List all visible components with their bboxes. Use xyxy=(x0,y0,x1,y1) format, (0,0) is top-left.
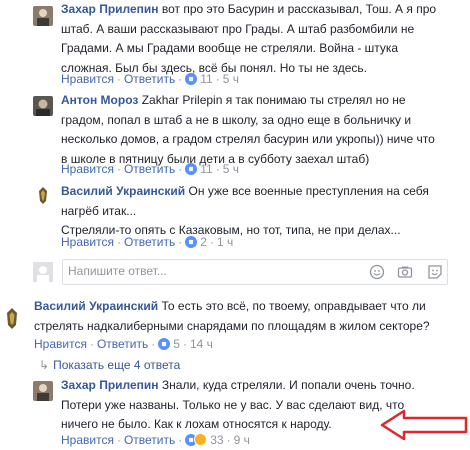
comment-body-line: вот про это Басурин и рассказывал, Тош. … xyxy=(161,2,437,16)
comment-body-line: ничего не было. Как к лохам относятся к … xyxy=(61,417,332,431)
camera-icon[interactable] xyxy=(397,264,413,280)
comment-body-line: штаб. А ваши рассказывают про Грады. А ш… xyxy=(61,21,415,36)
avatar[interactable] xyxy=(33,185,53,205)
like-link[interactable]: Нравится xyxy=(61,162,114,176)
haha-reaction-icon[interactable] xyxy=(194,433,208,446)
like-link[interactable]: Нравится xyxy=(61,433,114,447)
comment-body-line: несколько домов, а градом стрелял басури… xyxy=(61,132,435,146)
comment-body-line: То есть это всё, по твоему, оправдывает … xyxy=(161,299,426,313)
reply-link[interactable]: Ответить xyxy=(124,433,175,447)
comment-body-line: Он уже все военные преступления на себя xyxy=(188,184,429,198)
reply-placeholder: Напишите ответ... xyxy=(68,264,167,278)
comment-actions: Нравится · Ответить · 33 · 9 ч xyxy=(61,433,250,447)
show-more-replies[interactable]: ↳ Показать еще 4 ответа xyxy=(39,358,180,372)
reaction-count[interactable]: 5 xyxy=(173,337,180,351)
avatar[interactable] xyxy=(33,6,53,26)
comment-body-line: нагрёб итак... xyxy=(61,203,137,218)
comment-actions: Нравится · Ответить · 11 · 5 ч xyxy=(61,162,239,176)
reply-link[interactable]: Ответить xyxy=(97,337,148,351)
comment-body-line: Знали, куда стреляли. И попали очень точ… xyxy=(161,378,415,392)
comment-author[interactable]: Захар Прилепин xyxy=(61,378,159,392)
reply-arrow-icon: ↳ xyxy=(39,358,50,372)
reply-link[interactable]: Ответить xyxy=(124,235,175,249)
like-reaction-icon[interactable] xyxy=(185,163,198,175)
comment-body-line: стрелять надкалиберными снарядами по пло… xyxy=(34,318,430,333)
timestamp[interactable]: 14 ч xyxy=(190,337,213,351)
like-link[interactable]: Нравится xyxy=(61,72,114,86)
comment-text: Василий Украинский Он уже все военные пр… xyxy=(61,182,461,241)
avatar[interactable] xyxy=(33,381,53,401)
comment-text: Захар Прилепин вот про это Басурин и рас… xyxy=(61,0,461,78)
comment-body-line: Потери уже названы. Только не у вас. У в… xyxy=(61,397,405,412)
like-reaction-icon[interactable] xyxy=(185,236,198,248)
timestamp[interactable]: 1 ч xyxy=(217,235,233,249)
emoji-icon[interactable] xyxy=(369,264,385,280)
red-arrow-annotation xyxy=(380,409,468,441)
comment-text: Василий Украинский То есть это всё, по т… xyxy=(34,297,464,336)
comment-body-line: Zakhar Prilepin я так понимаю ты стрелял… xyxy=(141,93,406,107)
like-link[interactable]: Нравится xyxy=(34,337,87,351)
timestamp[interactable]: 5 ч xyxy=(223,72,239,86)
reply-input[interactable]: Напишите ответ... xyxy=(62,259,448,285)
reply-link[interactable]: Ответить xyxy=(124,72,175,86)
comment-body-line: Градами. А мы Градами вообще не стреляли… xyxy=(61,41,399,55)
reaction-count[interactable]: 11 xyxy=(200,72,212,86)
reaction-count[interactable]: 33 xyxy=(210,433,223,447)
comment-actions: Нравится · Ответить · 5 · 14 ч xyxy=(34,337,213,351)
sticker-icon[interactable] xyxy=(427,264,443,280)
comment-actions: Нравится · Ответить · 2 · 1 ч xyxy=(61,235,234,249)
reaction-count[interactable]: 11 xyxy=(200,162,212,176)
reply-link[interactable]: Ответить xyxy=(124,162,175,176)
show-more-label[interactable]: Показать еще 4 ответа xyxy=(53,358,180,372)
like-reaction-icon[interactable] xyxy=(158,338,171,350)
comment-text: Антон Мороз Zakhar Prilepin я так понима… xyxy=(61,91,461,169)
timestamp[interactable]: 5 ч xyxy=(223,162,239,176)
like-link[interactable]: Нравится xyxy=(61,235,114,249)
comment-author[interactable]: Антон Мороз xyxy=(61,93,138,107)
timestamp[interactable]: 9 ч xyxy=(234,433,250,447)
avatar[interactable] xyxy=(33,96,53,116)
comment-body-line: градом, попал в штаб а не в школу, за од… xyxy=(61,112,412,127)
avatar[interactable] xyxy=(0,306,24,330)
reaction-count[interactable]: 2 xyxy=(200,235,207,249)
comment-actions: Нравится · Ответить · 11 · 5 ч xyxy=(61,72,239,86)
like-reaction-icon[interactable] xyxy=(185,73,198,85)
reply-avatar xyxy=(33,262,53,282)
comment-author[interactable]: Василий Украинский xyxy=(34,299,158,313)
comment-author[interactable]: Захар Прилепин xyxy=(61,2,159,16)
comment-text: Захар Прилепин Знали, куда стреляли. И п… xyxy=(61,376,421,435)
comment-author[interactable]: Василий Украинский xyxy=(61,184,185,198)
